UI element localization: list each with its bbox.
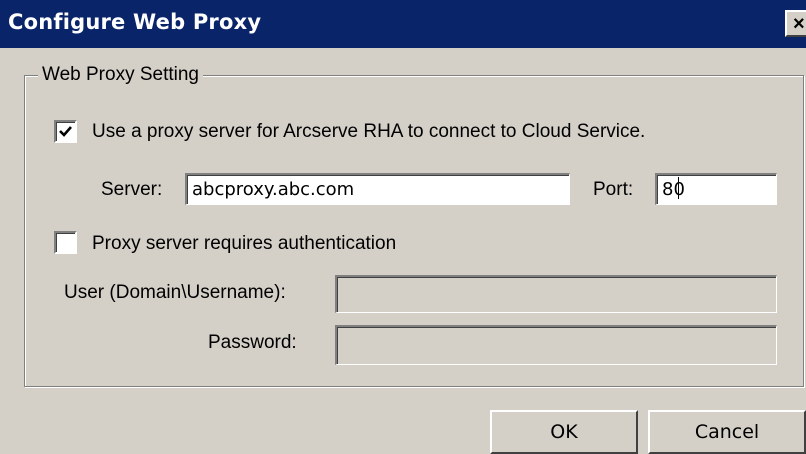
use-proxy-checkbox[interactable]: [54, 120, 77, 143]
port-input[interactable]: [655, 173, 777, 205]
close-icon: ×: [793, 13, 805, 35]
port-label: Port:: [593, 179, 634, 200]
close-button[interactable]: ×: [785, 10, 806, 37]
text-cursor: [678, 177, 679, 199]
password-label: Password:: [208, 332, 297, 353]
server-label: Server:: [101, 179, 163, 200]
use-proxy-label: Use a proxy server for Arcserve RHA to c…: [92, 121, 646, 142]
checkmark-icon: [59, 126, 72, 137]
cancel-button[interactable]: Cancel: [648, 410, 806, 454]
user-input[interactable]: [335, 275, 777, 313]
auth-required-checkbox[interactable]: [54, 231, 77, 254]
ok-button[interactable]: OK: [490, 410, 638, 454]
auth-required-label: Proxy server requires authentication: [92, 233, 397, 254]
title-bar: Configure Web Proxy ×: [0, 0, 806, 48]
group-legend: Web Proxy Setting: [38, 64, 204, 86]
user-label: User (Domain\Username):: [64, 282, 286, 303]
window-title: Configure Web Proxy: [8, 10, 262, 34]
password-input[interactable]: [335, 325, 777, 365]
server-input[interactable]: [185, 173, 570, 205]
